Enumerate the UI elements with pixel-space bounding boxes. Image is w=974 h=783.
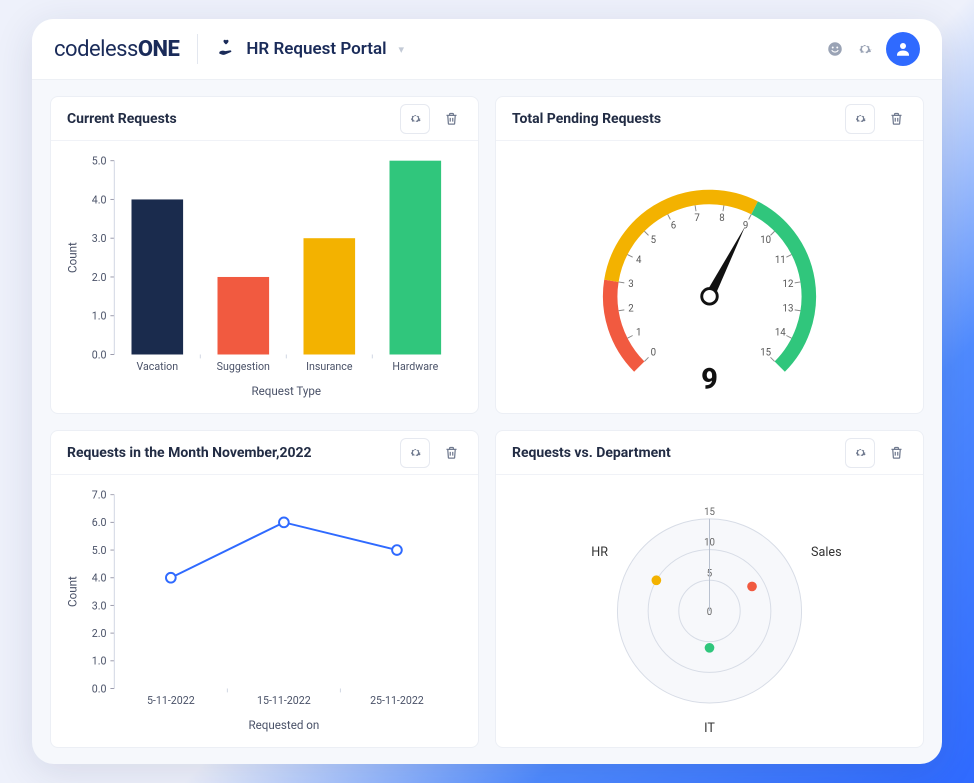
svg-text:8: 8 bbox=[719, 213, 724, 224]
brand-logo-a: codeless bbox=[54, 37, 138, 62]
svg-text:5-11-2022: 5-11-2022 bbox=[147, 694, 195, 707]
user-avatar-icon[interactable] bbox=[886, 32, 920, 66]
chevron-down-icon: ▾ bbox=[399, 43, 405, 56]
svg-text:1.0: 1.0 bbox=[92, 655, 107, 668]
svg-text:15: 15 bbox=[704, 507, 715, 518]
svg-text:1: 1 bbox=[636, 327, 641, 338]
svg-text:15: 15 bbox=[760, 348, 771, 359]
card-settings-button[interactable] bbox=[845, 104, 875, 134]
gauge-chart: 01234567891011121314159 bbox=[496, 141, 923, 413]
svg-text:Count: Count bbox=[66, 242, 80, 273]
brand-logo-b: ONE bbox=[138, 37, 180, 62]
svg-text:0: 0 bbox=[651, 348, 656, 359]
card-delete-button[interactable] bbox=[436, 104, 466, 134]
polar-chart: 051015HRSalesIT bbox=[496, 475, 923, 747]
card-pending-requests: Total Pending Requests 01234567891011121… bbox=[495, 96, 924, 414]
svg-text:4: 4 bbox=[636, 255, 642, 266]
gear-icon bbox=[408, 111, 423, 126]
card-delete-button[interactable] bbox=[881, 438, 911, 468]
portal-title: HR Request Portal bbox=[246, 39, 386, 59]
card-title: Requests in the Month November,2022 bbox=[67, 445, 400, 461]
svg-text:Sales: Sales bbox=[811, 545, 842, 560]
card-header: Current Requests bbox=[51, 97, 478, 141]
svg-text:3: 3 bbox=[628, 279, 633, 290]
gear-icon bbox=[853, 111, 868, 126]
trash-icon bbox=[889, 111, 904, 126]
svg-text:2: 2 bbox=[628, 304, 634, 315]
svg-text:Vacation: Vacation bbox=[136, 360, 178, 373]
card-title: Total Pending Requests bbox=[512, 111, 845, 127]
svg-text:7.0: 7.0 bbox=[92, 489, 107, 502]
svg-text:3.0: 3.0 bbox=[92, 599, 107, 612]
svg-text:11: 11 bbox=[775, 255, 786, 266]
trash-icon bbox=[444, 111, 459, 126]
svg-text:25-11-2022: 25-11-2022 bbox=[370, 694, 424, 707]
svg-text:0.0: 0.0 bbox=[92, 682, 107, 695]
svg-text:12: 12 bbox=[783, 279, 794, 290]
svg-text:15-11-2022: 15-11-2022 bbox=[257, 694, 311, 707]
hand-heart-icon bbox=[216, 37, 236, 61]
svg-text:Suggestion: Suggestion bbox=[217, 360, 270, 373]
card-current-requests: Current Requests 0.0 1.0 2.0 3.0 4.0 5.0 Vacat… bbox=[50, 96, 479, 414]
svg-text:10: 10 bbox=[760, 235, 771, 246]
feedback-icon[interactable] bbox=[820, 34, 850, 64]
svg-text:2.0: 2.0 bbox=[92, 627, 107, 640]
card-settings-button[interactable] bbox=[400, 438, 430, 468]
settings-icon[interactable] bbox=[850, 34, 880, 64]
svg-text:Hardware: Hardware bbox=[392, 360, 438, 373]
svg-text:IT: IT bbox=[704, 721, 715, 736]
svg-text:5.0: 5.0 bbox=[92, 544, 107, 557]
svg-text:2.0: 2.0 bbox=[92, 271, 107, 284]
card-delete-button[interactable] bbox=[436, 438, 466, 468]
svg-text:Requested on: Requested on bbox=[248, 718, 319, 732]
svg-text:0.0: 0.0 bbox=[92, 348, 107, 361]
svg-text:5.0: 5.0 bbox=[92, 155, 107, 168]
svg-text:14: 14 bbox=[775, 327, 786, 338]
svg-text:Insurance: Insurance bbox=[306, 360, 353, 373]
portal-picker[interactable]: HR Request Portal ▾ bbox=[216, 37, 404, 61]
app-window: codelessONE HR Request Portal ▾ bbox=[32, 19, 942, 764]
header-divider bbox=[197, 34, 198, 64]
card-title: Current Requests bbox=[67, 111, 400, 127]
svg-text:3.0: 3.0 bbox=[92, 232, 107, 245]
line-chart: 0.0 1.0 2.0 3.0 4.0 5.0 6.0 7.0 5-11-2022 15-11-2… bbox=[51, 475, 478, 747]
card-header: Requests vs. Department bbox=[496, 431, 923, 475]
svg-text:6: 6 bbox=[671, 221, 676, 232]
card-delete-button[interactable] bbox=[881, 104, 911, 134]
card-title: Requests vs. Department bbox=[512, 445, 845, 461]
trash-icon bbox=[444, 445, 459, 460]
svg-text:4.0: 4.0 bbox=[92, 572, 107, 585]
gear-icon bbox=[408, 445, 423, 460]
card-header: Total Pending Requests bbox=[496, 97, 923, 141]
svg-text:5: 5 bbox=[651, 235, 657, 246]
bar-chart: 0.0 1.0 2.0 3.0 4.0 5.0 Vacation Suggestion Insu… bbox=[51, 141, 478, 413]
svg-text:7: 7 bbox=[694, 213, 700, 224]
svg-text:6.0: 6.0 bbox=[92, 516, 107, 529]
dashboard-grid: Current Requests 0.0 1.0 2.0 3.0 4.0 5.0 Vacat… bbox=[32, 80, 942, 764]
svg-text:9: 9 bbox=[743, 221, 748, 232]
svg-text:13: 13 bbox=[783, 304, 794, 315]
app-header: codelessONE HR Request Portal ▾ bbox=[32, 19, 942, 80]
svg-text:Request Type: Request Type bbox=[252, 384, 322, 398]
card-requests-department: Requests vs. Department 051015HRSalesIT bbox=[495, 430, 924, 748]
card-settings-button[interactable] bbox=[845, 438, 875, 468]
svg-text:9: 9 bbox=[701, 363, 718, 397]
svg-text:HR: HR bbox=[591, 545, 608, 560]
svg-text:Count: Count bbox=[66, 576, 80, 607]
gear-icon bbox=[853, 445, 868, 460]
card-header: Requests in the Month November,2022 bbox=[51, 431, 478, 475]
card-settings-button[interactable] bbox=[400, 104, 430, 134]
brand-logo: codelessONE bbox=[54, 37, 179, 62]
svg-text:1.0: 1.0 bbox=[92, 310, 107, 323]
card-requests-month: Requests in the Month November,2022 0.0 1… bbox=[50, 430, 479, 748]
trash-icon bbox=[889, 445, 904, 460]
svg-text:4.0: 4.0 bbox=[92, 193, 107, 206]
